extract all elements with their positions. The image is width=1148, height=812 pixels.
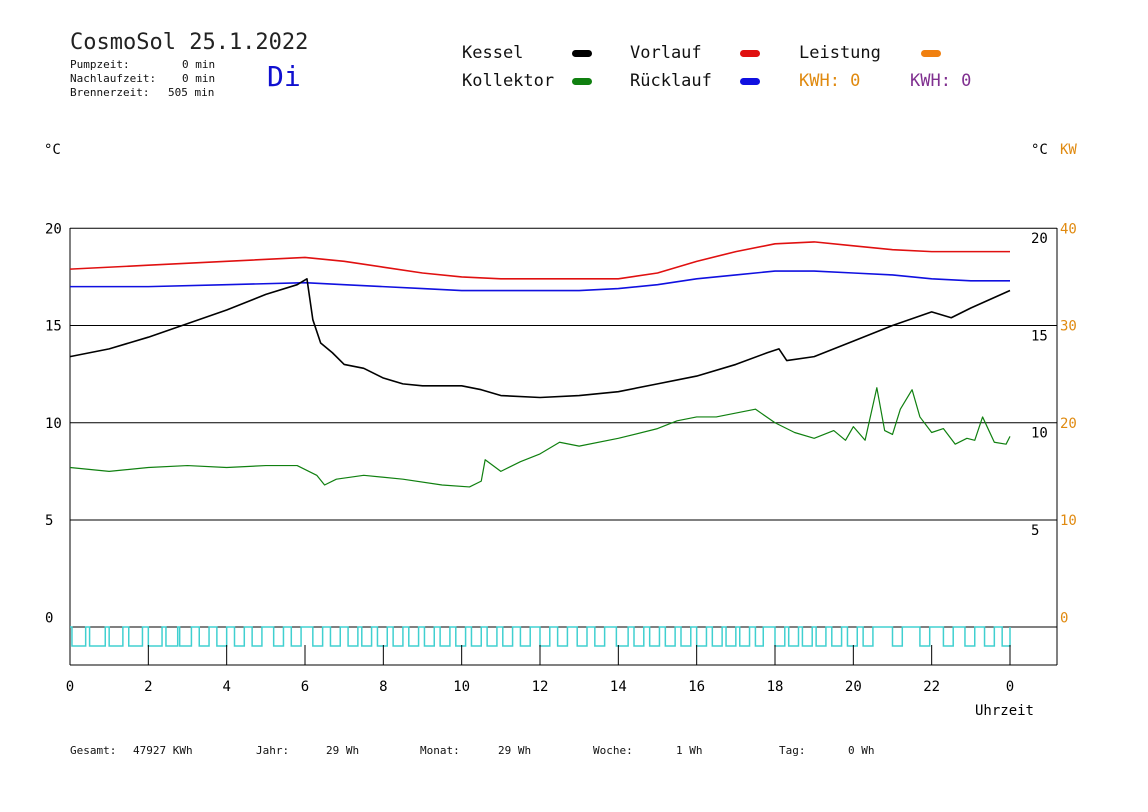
footer-woche-value: 1 Wh [676,744,703,757]
footer-woche-label: Woche: [593,744,633,757]
y-left-tick-label-10: 10 [45,416,62,432]
footer-monat-value: 29 Wh [498,744,532,757]
y-left-tick-label-5: 5 [45,513,53,529]
y-kw-tick-label-30: 30 [1060,319,1077,335]
pump-series-line [70,626,1011,647]
x-tick-label-5: 10 [453,679,470,695]
y-left-tick-label-0: 0 [45,610,53,626]
x-tick-label-9: 18 [767,679,784,695]
x-axis-label: Uhrzeit [975,703,1034,719]
series-line-3 [69,387,1011,488]
x-tick-label-0: 0 [66,679,74,695]
footer-jahr-value: 29 Wh [326,744,360,757]
footer-gesamt-value: 47927 KWh [133,744,193,757]
series-line-2 [69,278,1011,399]
y-kw-tick-label-40: 40 [1060,221,1077,237]
x-tick-label-12: 0 [1006,679,1014,695]
footer-tag-label: Tag: [779,744,806,757]
footer-jahr-label: Jahr: [256,744,290,757]
y-left-tick-label-20: 20 [45,221,62,237]
y-right-tick-label-5: 5 [1031,523,1039,539]
footer-tag-value: 0 Wh [848,744,875,757]
y-right-tick-label-10: 10 [1031,426,1048,442]
x-tick-label-11: 22 [923,679,940,695]
x-tick-label-7: 14 [610,679,627,695]
x-tick-label-6: 12 [532,679,549,695]
y-left-tick-label-15: 15 [45,319,62,335]
x-tick-label-10: 20 [845,679,862,695]
temperature-chart: 0 5 10 15 20 5 10 15 20 0 10 20 30 40 0 2 4 6 8 10 12 14 16 18 2… [45,221,1077,719]
x-tick-label-2: 4 [222,679,230,695]
footer-monat-label: Monat: [420,744,460,757]
y-right-tick-label-15: 15 [1031,328,1048,344]
y-kw-tick-label-10: 10 [1060,513,1077,529]
x-tick-label-8: 16 [688,679,705,695]
footer-gesamt-label: Gesamt: [70,744,117,757]
x-tick-label-1: 2 [144,679,152,695]
y-right-tick-label-20: 20 [1031,231,1048,247]
y-kw-tick-label-20: 20 [1060,416,1077,432]
x-tick-label-3: 6 [301,679,309,695]
x-tick-label-4: 8 [379,679,387,695]
series-line-1 [70,270,1010,292]
y-kw-tick-label-0: 0 [1060,610,1068,626]
